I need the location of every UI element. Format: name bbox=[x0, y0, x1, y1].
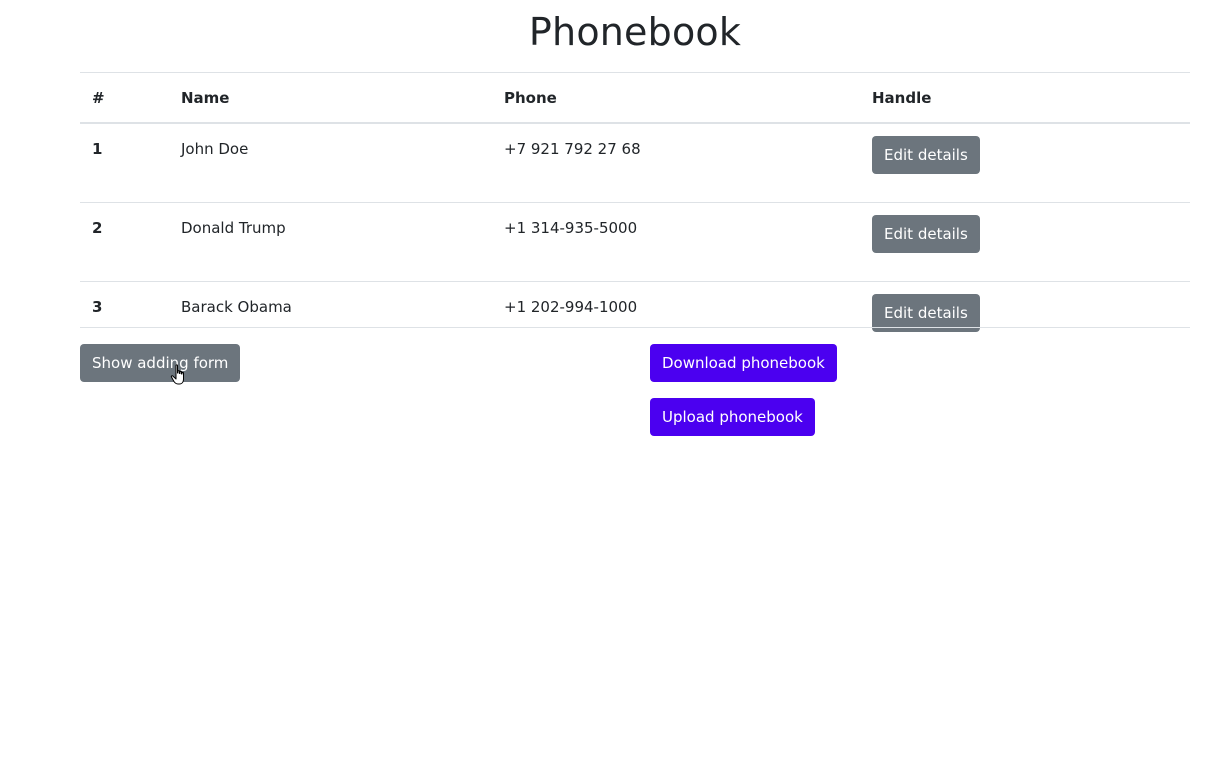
table-header-row: # Name Phone Handle bbox=[80, 72, 1190, 124]
row-number: 2 bbox=[80, 202, 169, 282]
contact-name: John Doe bbox=[169, 122, 492, 203]
phonebook-table: # Name Phone Handle 1 John Doe +7 921 79… bbox=[80, 72, 1190, 376]
show-adding-form-button[interactable]: Show adding form bbox=[80, 344, 241, 382]
table-row: 1 John Doe +7 921 792 27 68 Edit details bbox=[80, 122, 1190, 203]
edit-details-button[interactable]: Edit details bbox=[872, 136, 980, 174]
handle-cell: Edit details bbox=[860, 122, 1190, 203]
upload-phonebook-button[interactable]: Upload phonebook bbox=[650, 398, 815, 436]
download-phonebook-button[interactable]: Download phonebook bbox=[650, 344, 837, 382]
table-row: 3 Barack Obama +1 202-994-1000 Edit deta… bbox=[80, 281, 1190, 376]
column-header-number: # bbox=[80, 72, 169, 124]
contact-phone: +1 314-935-5000 bbox=[492, 202, 860, 282]
contact-name: Donald Trump bbox=[169, 202, 492, 282]
table-row: 2 Donald Trump +1 314-935-5000 Edit deta… bbox=[80, 202, 1190, 282]
edit-details-button[interactable]: Edit details bbox=[872, 215, 980, 253]
handle-cell: Edit details bbox=[860, 281, 1190, 376]
handle-cell: Edit details bbox=[860, 202, 1190, 282]
table-bottom-divider bbox=[80, 327, 1190, 328]
column-header-name: Name bbox=[169, 72, 492, 124]
column-header-phone: Phone bbox=[492, 72, 860, 124]
contact-phone: +7 921 792 27 68 bbox=[492, 122, 860, 203]
page-title: Phonebook bbox=[528, 10, 742, 54]
row-number: 1 bbox=[80, 122, 169, 203]
column-header-handle: Handle bbox=[860, 72, 1190, 124]
